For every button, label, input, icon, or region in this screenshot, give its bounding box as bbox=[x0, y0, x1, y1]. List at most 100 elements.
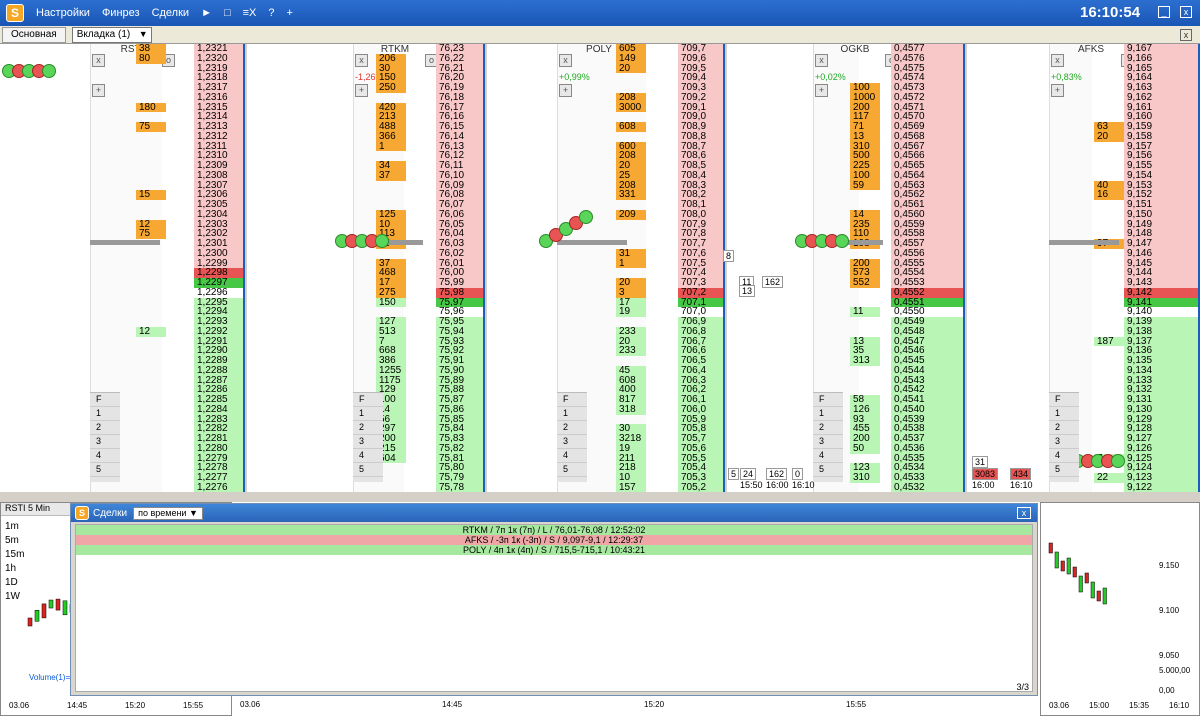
price-level[interactable]: 705,2 bbox=[678, 482, 723, 492]
volume-cell bbox=[136, 171, 166, 181]
volume-cell bbox=[136, 385, 166, 395]
timeframe-15m[interactable]: 15m bbox=[5, 549, 24, 560]
x-axis-label: 15:00 bbox=[1089, 701, 1110, 710]
order-size-option[interactable]: 3 bbox=[557, 435, 587, 449]
order-size-option[interactable]: 3 bbox=[1049, 435, 1079, 449]
deals-title: Сделки bbox=[93, 507, 128, 519]
price-level[interactable]: 75,78 bbox=[436, 482, 483, 492]
volume-cell: 552 bbox=[850, 278, 880, 288]
volume-cell bbox=[136, 395, 166, 405]
add-icon[interactable]: + bbox=[355, 84, 368, 97]
volume-cell bbox=[136, 161, 166, 171]
deals-sort-select[interactable]: по времени ▼ bbox=[133, 506, 203, 520]
volume-cell bbox=[1094, 434, 1124, 444]
tab-select-value: Вкладка (1) bbox=[76, 28, 131, 40]
menu-help[interactable]: ? bbox=[268, 7, 274, 19]
add-icon[interactable]: + bbox=[92, 84, 105, 97]
menu-deals[interactable]: Сделки bbox=[152, 7, 190, 19]
volume-cell bbox=[1094, 200, 1124, 210]
volume-cell: 150 bbox=[376, 297, 406, 308]
order-size-option[interactable]: 2 bbox=[557, 421, 587, 435]
window-icon[interactable]: □ bbox=[224, 7, 231, 19]
order-size-option[interactable]: 4 bbox=[90, 449, 120, 463]
close-icon[interactable]: x bbox=[1051, 54, 1064, 67]
tab-select[interactable]: Вкладка (1) ▼ bbox=[71, 26, 152, 43]
trade-bubble bbox=[375, 234, 389, 248]
volume-cell: 209 bbox=[616, 209, 646, 220]
volume-cell bbox=[850, 64, 880, 74]
volume-cell bbox=[136, 376, 166, 386]
price-level[interactable]: 0,4532 bbox=[891, 482, 963, 492]
price-column: 709,7 709,6 709,5 709,4 709,3 709,2 709,1 709,0… bbox=[678, 44, 723, 492]
volume-cell bbox=[1094, 317, 1124, 327]
menu-add[interactable]: + bbox=[287, 7, 293, 19]
order-size-option[interactable]: 5 bbox=[813, 463, 843, 477]
minimize-icon[interactable]: _ bbox=[1158, 6, 1170, 18]
timeframe-1h[interactable]: 1h bbox=[5, 563, 21, 574]
deal-row[interactable]: RTKM / 7п 1к (7п) / L / 76,01-76,08 / 12… bbox=[76, 525, 1032, 535]
timeframe-5m[interactable]: 5m bbox=[5, 535, 21, 546]
order-size-option[interactable]: 5 bbox=[1049, 463, 1079, 477]
order-size-option[interactable]: 2 bbox=[90, 421, 120, 435]
timeframe-1m[interactable]: 1m bbox=[5, 521, 21, 532]
price-level[interactable]: 9,122 bbox=[1124, 482, 1198, 492]
order-size-option[interactable]: 1 bbox=[813, 407, 843, 421]
timeframe-1d[interactable]: 1D bbox=[5, 577, 21, 588]
deal-row[interactable]: POLY / 4п 1к (4п) / S / 715,5-715,1 / 10… bbox=[76, 545, 1032, 555]
chat-icon[interactable]: ► bbox=[201, 7, 212, 19]
volume-cell bbox=[136, 73, 166, 83]
volume-cell: 310 bbox=[850, 473, 880, 483]
order-size-option[interactable]: F bbox=[557, 393, 587, 407]
order-size-option[interactable]: 5 bbox=[557, 463, 587, 477]
candle bbox=[27, 617, 33, 627]
dom-change: +0,99% bbox=[559, 72, 590, 82]
volume-cell bbox=[1094, 103, 1124, 113]
order-size-option[interactable]: 5 bbox=[90, 463, 120, 477]
link-icon[interactable]: ≡X bbox=[243, 7, 257, 19]
order-size-option[interactable]: 5 bbox=[353, 463, 383, 477]
order-size-option[interactable]: 4 bbox=[353, 449, 383, 463]
order-size-option[interactable]: 4 bbox=[813, 449, 843, 463]
close-icon[interactable]: x bbox=[815, 54, 828, 67]
order-size-option[interactable]: F bbox=[813, 393, 843, 407]
volume-cell: 157 bbox=[616, 482, 646, 492]
volume-cell bbox=[1094, 405, 1124, 415]
order-size-option[interactable]: 3 bbox=[353, 435, 383, 449]
add-icon[interactable]: + bbox=[815, 84, 828, 97]
order-size-option[interactable]: 2 bbox=[353, 421, 383, 435]
close-icon[interactable]: x bbox=[92, 54, 105, 67]
order-size-option[interactable]: 3 bbox=[90, 435, 120, 449]
order-size-option[interactable]: F bbox=[90, 393, 120, 407]
volume-cell bbox=[1094, 298, 1124, 308]
price-level[interactable]: 1,2276 bbox=[194, 482, 243, 492]
volume-cell bbox=[1094, 366, 1124, 376]
order-size-option[interactable]: F bbox=[1049, 393, 1079, 407]
order-size-option[interactable]: 4 bbox=[1049, 449, 1079, 463]
menu-settings[interactable]: Настройки bbox=[36, 7, 90, 19]
order-size-option[interactable]: 2 bbox=[1049, 421, 1079, 435]
chevron-down-icon: ▼ bbox=[188, 507, 198, 518]
order-size-option[interactable]: 2 bbox=[813, 421, 843, 435]
order-size-option[interactable]: F bbox=[353, 393, 383, 407]
close-window-icon[interactable]: x bbox=[1180, 6, 1192, 18]
volume-cell: 1 bbox=[376, 141, 406, 152]
deal-row[interactable]: AFKS / -3п 1к (-3п) / S / 9,097-9,1 / 12… bbox=[76, 535, 1032, 545]
close-icon[interactable]: x bbox=[559, 54, 572, 67]
order-size-option[interactable]: 4 bbox=[557, 449, 587, 463]
order-size-option[interactable]: 3 bbox=[813, 435, 843, 449]
close-icon[interactable]: x bbox=[355, 54, 368, 67]
order-size-option[interactable]: 1 bbox=[353, 407, 383, 421]
volume-cell bbox=[1094, 44, 1124, 54]
order-size-option[interactable]: 1 bbox=[557, 407, 587, 421]
deals-close-button[interactable]: x bbox=[1017, 507, 1031, 519]
tab-main[interactable]: Основная bbox=[2, 26, 66, 43]
menu-finres[interactable]: Финрез bbox=[102, 7, 140, 19]
volume-cell: 16 bbox=[1094, 190, 1124, 200]
close-panel-icon[interactable]: x bbox=[1180, 29, 1192, 41]
volume-cell: 22 bbox=[1094, 473, 1124, 483]
add-icon[interactable]: + bbox=[1051, 84, 1064, 97]
order-size-option[interactable]: 1 bbox=[1049, 407, 1079, 421]
add-icon[interactable]: + bbox=[559, 84, 572, 97]
order-size-option[interactable]: 1 bbox=[90, 407, 120, 421]
timeframe-1w[interactable]: 1W bbox=[5, 591, 21, 602]
